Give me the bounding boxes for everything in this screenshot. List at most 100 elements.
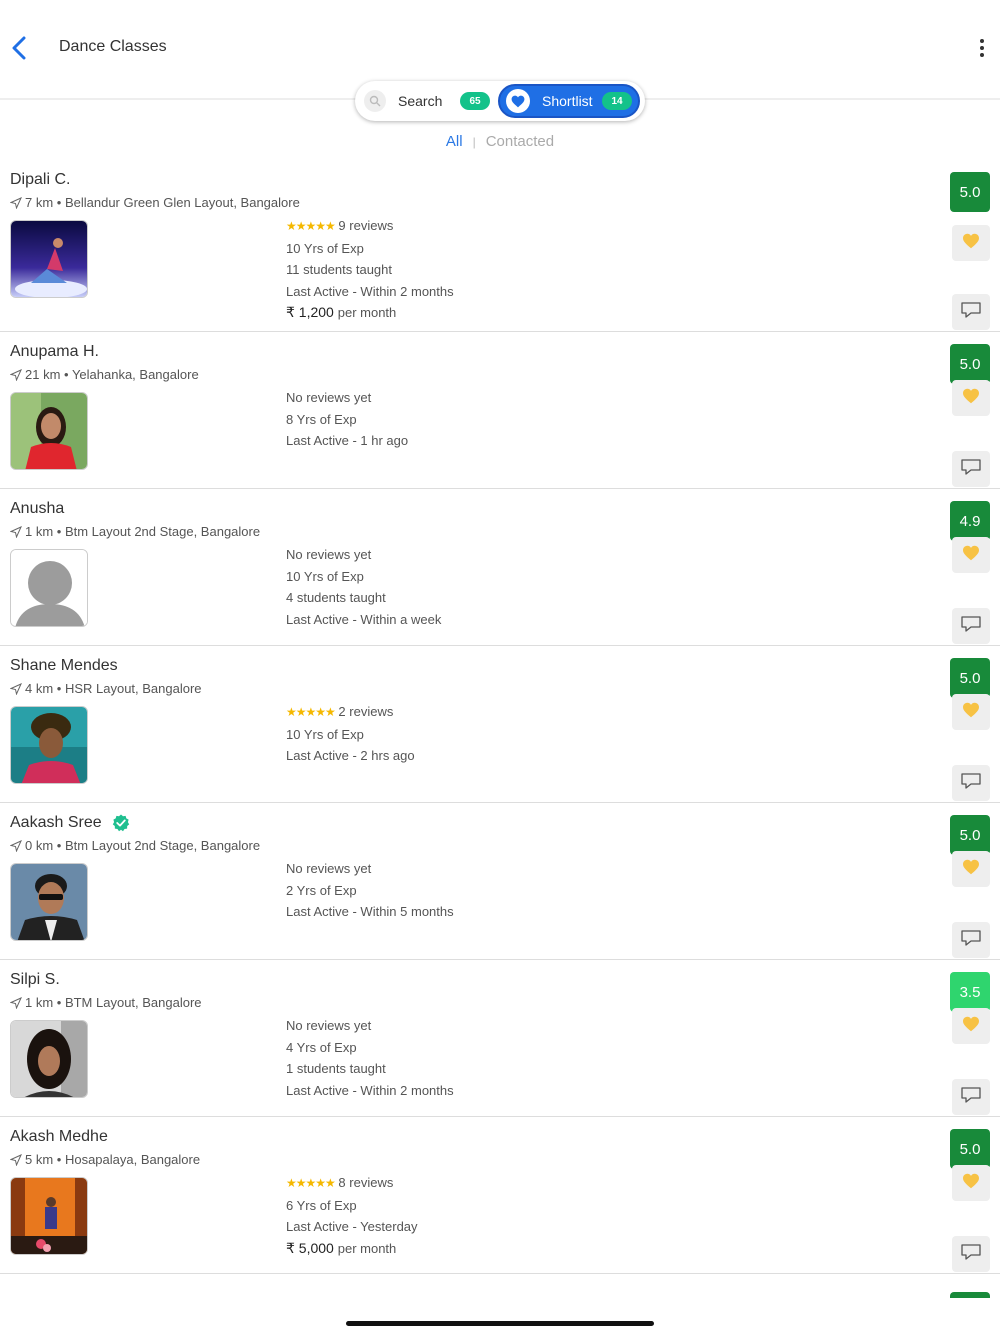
chat-button[interactable] <box>952 451 990 487</box>
tutor-card[interactable]: Anupama H. 21 km • Yelahanka, Bangalore No… <box>0 332 1000 489</box>
tutor-name[interactable]: Silpi S. <box>10 971 60 989</box>
price-line: ₹ 5,000 per month <box>286 1238 418 1260</box>
tutor-photo[interactable] <box>10 863 88 941</box>
tutor-detail-line: Last Active - Yesterday <box>286 1219 418 1234</box>
tutor-photo[interactable] <box>10 1020 88 1098</box>
chat-button[interactable] <box>952 294 990 330</box>
tutor-detail-line: 6 Yrs of Exp <box>286 1197 357 1213</box>
tutor-photo[interactable] <box>10 706 88 784</box>
heart-icon <box>962 859 980 880</box>
tutor-detail-line: 1 students taught <box>286 1061 386 1076</box>
reviews-line[interactable]: ★★★★★ 8 reviews <box>286 1172 418 1195</box>
tutor-name[interactable]: Shane Mendes <box>10 657 118 675</box>
price-line: ₹ 1,200 per month <box>286 302 454 324</box>
shortlist-heart-button[interactable] <box>952 225 990 261</box>
shortlist-heart-button[interactable] <box>952 1165 990 1201</box>
rating-badge: 5.0 <box>950 815 990 855</box>
tutor-name[interactable]: Anupama H. <box>10 343 99 361</box>
tutor-photo[interactable] <box>10 392 88 470</box>
shortlist-heart-button[interactable] <box>952 694 990 730</box>
tutor-details: No reviews yet 10 Yrs of Exp 4 students ta… <box>286 544 441 630</box>
chat-button[interactable] <box>952 608 990 644</box>
tutor-detail-line: Last Active - Within 2 months <box>286 1082 454 1098</box>
reviews-line[interactable]: ★★★★★ 2 reviews <box>286 701 415 724</box>
chat-button[interactable] <box>952 1079 990 1115</box>
heart-icon <box>962 702 980 723</box>
price-unit: per month <box>337 305 397 320</box>
navigation-arrow-icon <box>10 368 22 381</box>
tutor-detail-line: 4 Yrs of Exp <box>286 1039 357 1055</box>
tutor-list: Dipali C. 7 km • Bellandur Green Glen Lay… <box>0 160 1000 1298</box>
tutor-details: ★★★★★ 2 reviews 10 Yrs of Exp Last Active … <box>286 701 415 767</box>
shortlist-heart-button[interactable] <box>952 1008 990 1044</box>
tab-search[interactable]: Search 65 <box>358 84 496 118</box>
no-reviews-text: No reviews yet <box>286 547 372 562</box>
tutor-photo[interactable] <box>10 549 88 627</box>
tutor-location: 21 km • Yelahanka, Bangalore <box>10 367 199 382</box>
star-rating-icon: ★★★★★ <box>286 705 336 719</box>
location-text: 5 km • Hosapalaya, Bangalore <box>25 1152 201 1167</box>
tutor-name-text: Anupama H. <box>10 343 99 360</box>
shortlist-heart-button[interactable] <box>952 380 990 416</box>
rating-badge: 4.9 <box>950 501 990 541</box>
back-button[interactable] <box>6 33 32 63</box>
tab-shortlist[interactable]: Shortlist 14 <box>498 84 640 118</box>
heart-icon <box>962 1173 980 1194</box>
tutor-name-text: Dipali C. <box>10 171 71 188</box>
location-text: 1 km • BTM Layout, Bangalore <box>25 995 202 1010</box>
no-reviews-text: No reviews yet <box>286 861 372 876</box>
location-text: 0 km • Btm Layout 2nd Stage, Bangalore <box>25 838 261 853</box>
tutor-name-text: Shane Mendes <box>10 657 118 674</box>
tutor-detail-line: 10 Yrs of Exp <box>286 240 364 256</box>
tutor-location: 5 km • Hosapalaya, Bangalore <box>10 1152 200 1167</box>
no-reviews-text: No reviews yet <box>286 390 372 405</box>
navigation-arrow-icon <box>10 196 22 209</box>
tutor-name[interactable]: Dipali C. <box>10 171 70 189</box>
tutor-card[interactable]: Dipali C. 7 km • Bellandur Green Glen Lay… <box>0 160 1000 332</box>
navigation-arrow-icon <box>10 996 22 1009</box>
reviews-line[interactable]: ★★★★★ 9 reviews <box>286 215 454 238</box>
chat-bubble-icon <box>960 615 982 638</box>
reviews-count: 9 reviews <box>338 218 394 233</box>
filter-all[interactable]: All <box>446 133 463 150</box>
tutor-card[interactable]: Akash Medhe 5 km • Hosapalaya, Bangalore ★… <box>0 1117 1000 1274</box>
tutor-detail-line: 10 Yrs of Exp <box>286 726 364 742</box>
reviews-count: 2 reviews <box>338 704 394 719</box>
star-rating-icon: ★★★★★ <box>286 1176 336 1190</box>
tutor-card[interactable]: Aakash Sree 0 km • Btm Layout 2nd Stage, … <box>0 803 1000 960</box>
next-card-peek <box>0 1274 1000 1298</box>
tutor-card[interactable]: Anusha 1 km • Btm Layout 2nd Stage, Banga… <box>0 489 1000 646</box>
navigation-arrow-icon <box>10 1153 22 1166</box>
tutor-location: 4 km • HSR Layout, Bangalore <box>10 681 202 696</box>
chat-button[interactable] <box>952 1236 990 1272</box>
tutor-name[interactable]: Aakash Sree <box>10 814 130 832</box>
tutor-card[interactable]: Silpi S. 1 km • BTM Layout, Bangalore No r… <box>0 960 1000 1117</box>
shortlist-heart-button[interactable] <box>952 537 990 573</box>
tutor-name[interactable]: Akash Medhe <box>10 1128 108 1146</box>
tutor-name[interactable]: Anusha <box>10 500 64 518</box>
heart-icon <box>962 388 980 409</box>
tutor-detail-line: 11 students taught <box>286 262 393 277</box>
chat-bubble-icon <box>960 1243 982 1266</box>
heart-icon <box>506 89 530 113</box>
filter-contacted[interactable]: Contacted <box>486 133 554 150</box>
tutor-photo[interactable] <box>10 1177 88 1255</box>
chat-bubble-icon <box>960 301 982 324</box>
tutor-detail-line: Last Active - Within a week <box>286 611 442 627</box>
tutor-detail-line: Last Active - 1 hr ago <box>286 433 409 448</box>
tutor-location: 1 km • Btm Layout 2nd Stage, Bangalore <box>10 524 260 539</box>
chat-button[interactable] <box>952 765 990 801</box>
chat-button[interactable] <box>952 922 990 958</box>
tutor-detail-line: Last Active - 2 hrs ago <box>286 748 415 763</box>
home-indicator <box>346 1321 654 1326</box>
tutor-card[interactable]: Shane Mendes 4 km • HSR Layout, Bangalore… <box>0 646 1000 803</box>
tutor-name-text: Akash Medhe <box>10 1128 108 1145</box>
tutor-photo[interactable] <box>10 220 88 298</box>
more-menu-button[interactable] <box>972 36 992 60</box>
filter-separator: | <box>472 134 476 149</box>
shortlist-heart-button[interactable] <box>952 851 990 887</box>
location-text: 21 km • Yelahanka, Bangalore <box>25 367 199 382</box>
tutor-details: No reviews yet 8 Yrs of Exp Last Active - … <box>286 387 408 452</box>
tutor-location: 7 km • Bellandur Green Glen Layout, Bang… <box>10 195 300 210</box>
navigation-arrow-icon <box>10 525 22 538</box>
